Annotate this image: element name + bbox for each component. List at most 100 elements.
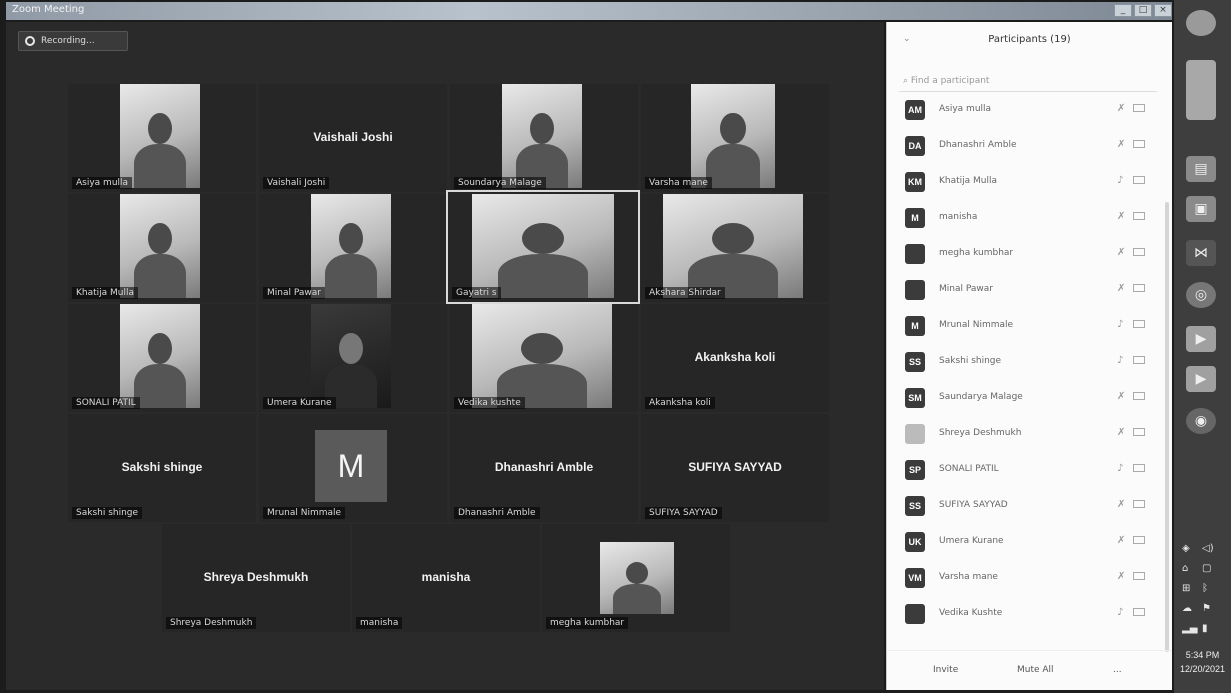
- more-button[interactable]: ...: [1113, 665, 1122, 675]
- video-tile[interactable]: M Mrunal Nimmale: [259, 414, 447, 522]
- video-tile[interactable]: Vedika kushte: [450, 304, 638, 412]
- participant-row[interactable]: Shreya Deshmukh ✗: [887, 418, 1157, 452]
- participant-name: megha kumbhar: [939, 248, 1014, 258]
- flag-icon[interactable]: ⚑: [1202, 603, 1211, 614]
- bluetooth-icon[interactable]: ᛒ: [1202, 583, 1208, 594]
- video-tile[interactable]: Sakshi shinge Sakshi shinge: [68, 414, 256, 522]
- participant-row[interactable]: SP SONALI PATIL ♪: [887, 454, 1157, 488]
- participant-search-input[interactable]: ⌕ Find a participant: [899, 76, 1157, 92]
- participant-row[interactable]: Vedika Kushte ♪: [887, 598, 1157, 632]
- network-icon[interactable]: ◈: [1182, 543, 1190, 554]
- participant-row[interactable]: VM Varsha mane ✗: [887, 562, 1157, 596]
- recording-indicator[interactable]: Recording...: [18, 31, 128, 51]
- mute-all-button[interactable]: Mute All: [1017, 665, 1054, 675]
- participant-row[interactable]: SS Sakshi shinge ♪: [887, 346, 1157, 380]
- title-bar: Zoom Meeting _ □ ×: [6, 2, 1172, 20]
- participant-name: Shreya Deshmukh: [939, 428, 1022, 438]
- active-speaker-tile[interactable]: Gayatri s: [446, 190, 640, 304]
- participant-video: [120, 84, 200, 188]
- participant-row[interactable]: AM Asiya mulla ✗: [887, 94, 1157, 128]
- recording-label: Recording...: [41, 36, 95, 46]
- clock-time[interactable]: 5:34 PM: [1174, 650, 1231, 660]
- name-tag: SUFIYA SAYYAD: [645, 507, 722, 519]
- clock-date[interactable]: 12/20/2021: [1174, 664, 1231, 674]
- video-tile[interactable]: manisha manisha: [352, 524, 540, 632]
- participant-name: Umera Kurane: [939, 536, 1004, 546]
- camera-icon: [1133, 104, 1145, 112]
- video-tile[interactable]: Minal Pawar: [259, 194, 447, 302]
- mic-icon: ♪: [1117, 463, 1124, 474]
- video-tile[interactable]: Soundarya Malage: [450, 84, 638, 192]
- video-tile[interactable]: Khatija Mulla: [68, 194, 256, 302]
- video-tile[interactable]: Umera Kurane: [259, 304, 447, 412]
- video-tile[interactable]: SUFIYA SAYYAD SUFIYA SAYYAD: [641, 414, 829, 522]
- participant-row[interactable]: SM Saundarya Malage ✗: [887, 382, 1157, 416]
- avatar: DA: [905, 136, 925, 156]
- obs-icon[interactable]: ◉: [1186, 408, 1216, 434]
- tray-icon[interactable]: ☁: [1182, 603, 1192, 614]
- participant-name: Dhanashri Amble: [494, 460, 594, 474]
- participant-row[interactable]: megha kumbhar ✗: [887, 238, 1157, 272]
- mic-muted-icon: ✗: [1117, 427, 1126, 438]
- participant-row[interactable]: DA Dhanashri Amble ✗: [887, 130, 1157, 164]
- video-tile[interactable]: Akshara Shirdar: [641, 194, 829, 302]
- participant-name: Asiya mulla: [939, 104, 992, 114]
- invite-button[interactable]: Invite: [933, 665, 958, 675]
- video-tile[interactable]: Varsha mane: [641, 84, 829, 192]
- bowtie-icon[interactable]: ⋈: [1186, 240, 1216, 266]
- chrome-icon[interactable]: ◎: [1186, 282, 1216, 308]
- participant-row[interactable]: Mmanisha ✗: [887, 202, 1157, 236]
- user-photo-icon[interactable]: [1186, 10, 1216, 36]
- mic-muted-icon: ✗: [1117, 391, 1126, 402]
- participant-row[interactable]: KM Khatija Mulla ♪: [887, 166, 1157, 200]
- video-tile[interactable]: Asiya mulla: [68, 84, 256, 192]
- app-thumbnail-icon[interactable]: [1186, 60, 1216, 120]
- participant-row[interactable]: M Mrunal Nimmale ♪: [887, 310, 1157, 344]
- signal-icon[interactable]: ▂▄: [1182, 623, 1197, 634]
- tray-icon[interactable]: ⌂: [1182, 563, 1188, 574]
- app-icon[interactable]: ▣: [1186, 196, 1216, 222]
- folder-icon[interactable]: ▤: [1186, 156, 1216, 182]
- participant-name: manisha: [939, 212, 978, 222]
- volume-icon[interactable]: ◁): [1202, 543, 1214, 554]
- name-tag: Khatija Mulla: [72, 287, 139, 299]
- video-tile[interactable]: SONALI PATIL: [68, 304, 256, 412]
- participant-name: Saundarya Malage: [939, 392, 1023, 402]
- camera-icon: [1133, 140, 1145, 148]
- participant-name: Sakshi shinge: [121, 460, 203, 474]
- camera-icon: [1133, 176, 1145, 184]
- participant-row[interactable]: UK Umera Kurane ✗: [887, 526, 1157, 560]
- avatar: M: [905, 316, 925, 336]
- camera-icon: [1133, 392, 1145, 400]
- maximize-icon[interactable]: □: [1134, 4, 1152, 17]
- video-tile[interactable]: Akanksha koli Akanksha koli: [641, 304, 829, 412]
- participant-name: Minal Pawar: [939, 284, 993, 294]
- zoom-meeting-icon[interactable]: ▶: [1186, 366, 1216, 392]
- tray-icon[interactable]: ⊞: [1182, 583, 1190, 594]
- camera-icon: [1133, 284, 1145, 292]
- close-icon[interactable]: ×: [1154, 4, 1172, 17]
- video-tile[interactable]: Vaishali Joshi Vaishali Joshi: [259, 84, 447, 192]
- participant-row[interactable]: Minal Pawar ✗: [887, 274, 1157, 308]
- search-icon: ⌕: [903, 76, 911, 86]
- video-tile[interactable]: Shreya Deshmukh Shreya Deshmukh: [162, 524, 350, 632]
- name-tag: Akshara Shirdar: [645, 287, 725, 299]
- mic-muted-icon: ✗: [1117, 499, 1126, 510]
- mic-muted-icon: ✗: [1117, 211, 1126, 222]
- avatar-initial: M: [315, 430, 387, 502]
- name-tag: Varsha mane: [645, 177, 712, 189]
- video-tile[interactable]: megha kumbhar: [542, 524, 730, 632]
- video-tile[interactable]: Dhanashri Amble Dhanashri Amble: [450, 414, 638, 522]
- camera-icon: [1133, 428, 1145, 436]
- zoom-icon[interactable]: ▶: [1186, 326, 1216, 352]
- minimize-icon[interactable]: _: [1114, 4, 1132, 17]
- scrollbar[interactable]: [1165, 202, 1169, 652]
- participant-video: [120, 304, 200, 408]
- tray-icon[interactable]: ▢: [1202, 563, 1211, 574]
- participant-row[interactable]: SS SUFIYA SAYYAD ✗: [887, 490, 1157, 524]
- battery-icon[interactable]: ▮: [1202, 623, 1208, 634]
- name-tag: megha kumbhar: [546, 617, 629, 629]
- camera-icon: [1133, 500, 1145, 508]
- name-tag: Soundarya Malage: [454, 177, 546, 189]
- name-tag: manisha: [356, 617, 403, 629]
